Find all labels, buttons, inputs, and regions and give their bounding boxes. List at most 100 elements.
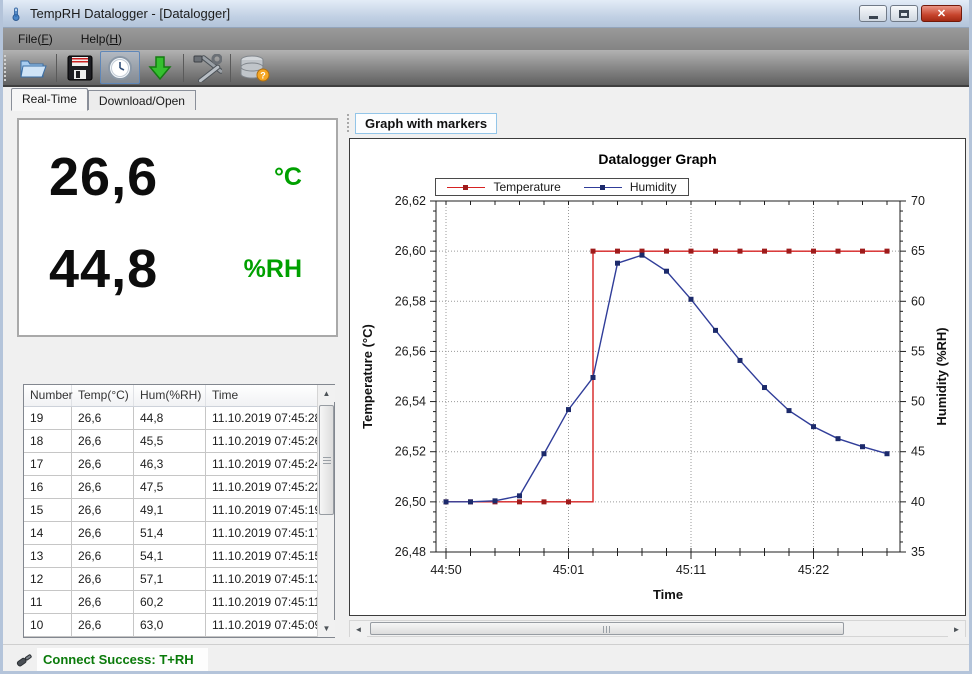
table-cell: 26,6 (72, 499, 134, 521)
graph-with-markers-button[interactable]: Graph with markers (355, 113, 497, 134)
table-cell: 47,5 (134, 476, 206, 498)
window-title: TempRH Datalogger - [Datalogger] (30, 6, 230, 21)
table-cell: 26,6 (72, 430, 134, 452)
thermometer-app-icon (8, 6, 24, 22)
scrollbar-thumb[interactable] (319, 405, 334, 515)
svg-text:26,56: 26,56 (395, 344, 426, 358)
series-temperature (444, 249, 890, 505)
table-cell: 26,6 (72, 591, 134, 613)
table-cell: 26,6 (72, 545, 134, 567)
open-file-button[interactable] (13, 51, 53, 84)
table-cell: 11.10.2019 07:45:28 (206, 407, 317, 429)
table-cell: 57,1 (134, 568, 206, 590)
tab-real-time[interactable]: Real-Time (11, 88, 88, 111)
table-cell: 11.10.2019 07:45:24 (206, 453, 317, 475)
settings-button[interactable] (187, 51, 227, 84)
table-cell: 44,8 (134, 407, 206, 429)
minimize-button[interactable] (859, 5, 887, 22)
table-row[interactable]: 1226,657,111.10.2019 07:45:13 (24, 568, 334, 591)
database-question-icon: ? (238, 54, 270, 82)
data-table: Number Temp(°C) Hum(%RH) Time 1926,644,8… (23, 384, 335, 638)
status-bar: Connect Success: T+RH (3, 644, 969, 674)
graph-toolbar-grip[interactable] (347, 114, 350, 132)
scroll-up-icon[interactable]: ▲ (318, 385, 335, 402)
table-cell: 11 (24, 591, 72, 613)
humidity-unit: %RH (244, 255, 302, 284)
maximize-button[interactable] (890, 5, 918, 22)
table-cell: 51,4 (134, 522, 206, 544)
table-row[interactable]: 1926,644,811.10.2019 07:45:28 (24, 407, 334, 430)
hscrollbar-thumb[interactable] (370, 622, 844, 635)
app-window: TempRH Datalogger - [Datalogger] ✕ File(… (0, 0, 972, 674)
table-body: 1926,644,811.10.2019 07:45:281826,645,51… (24, 407, 334, 637)
col-time[interactable]: Time (206, 385, 317, 406)
table-cell: 16 (24, 476, 72, 498)
col-hum[interactable]: Hum(%RH) (134, 385, 206, 406)
save-button[interactable] (60, 51, 100, 84)
legend-temperature: Temperature (447, 180, 560, 194)
table-cell: 11.10.2019 07:45:11 (206, 591, 317, 613)
datalogger-chart: 26,4826,5026,5226,5426,5626,5826,6026,62… (350, 139, 965, 615)
humidity-value: 44,8 (49, 238, 158, 300)
svg-text:45: 45 (911, 445, 925, 459)
temperature-swatch-icon (447, 183, 485, 192)
table-row[interactable]: 1426,651,411.10.2019 07:45:17 (24, 522, 334, 545)
thumb-grip-icon (603, 626, 611, 633)
table-cell: 46,3 (134, 453, 206, 475)
table-row[interactable]: 1026,663,011.10.2019 07:45:09 (24, 614, 334, 637)
table-row[interactable]: 1526,649,111.10.2019 07:45:19 (24, 499, 334, 522)
table-cell: 10 (24, 614, 72, 636)
database-help-button[interactable]: ? (234, 51, 274, 84)
menu-help[interactable]: Help(H) (71, 30, 132, 48)
series-humidity (444, 253, 890, 505)
svg-text:26,60: 26,60 (395, 244, 426, 258)
svg-text:70: 70 (911, 194, 925, 208)
table-row[interactable]: 1826,645,511.10.2019 07:45:26 (24, 430, 334, 453)
thumb-grip-icon (323, 456, 331, 464)
table-row[interactable]: 1326,654,111.10.2019 07:45:15 (24, 545, 334, 568)
table-row[interactable]: 1626,647,511.10.2019 07:45:22 (24, 476, 334, 499)
connector-icon (15, 651, 33, 669)
svg-text:65: 65 (911, 244, 925, 258)
scroll-down-icon[interactable]: ▼ (318, 620, 335, 637)
toolbar-grip[interactable] (4, 55, 7, 81)
table-cell: 11.10.2019 07:45:09 (206, 614, 317, 636)
table-cell: 26,6 (72, 407, 134, 429)
svg-text:44:50: 44:50 (430, 563, 461, 577)
svg-text:45:11: 45:11 (676, 563, 706, 577)
table-cell: 60,2 (134, 591, 206, 613)
minimize-icon (869, 16, 878, 19)
x-axis-title: Time (653, 587, 683, 602)
chart-legend: Temperature Humidity (435, 178, 689, 196)
temperature-unit: °C (274, 163, 302, 192)
table-cell: 13 (24, 545, 72, 567)
close-button[interactable]: ✕ (921, 5, 962, 22)
table-row[interactable]: 1126,660,211.10.2019 07:45:11 (24, 591, 334, 614)
realtime-button[interactable] (100, 51, 140, 84)
svg-text:?: ? (260, 70, 266, 80)
humidity-swatch-icon (584, 183, 622, 192)
svg-text:26,54: 26,54 (395, 395, 426, 409)
table-cell: 11.10.2019 07:45:22 (206, 476, 317, 498)
table-cell: 26,6 (72, 476, 134, 498)
status-message: Connect Success: T+RH (37, 648, 208, 671)
table-cell: 26,6 (72, 453, 134, 475)
col-temp[interactable]: Temp(°C) (72, 385, 134, 406)
table-cell: 15 (24, 499, 72, 521)
col-number[interactable]: Number (24, 385, 72, 406)
graph-hscrollbar[interactable]: ◄ ► (349, 620, 966, 637)
table-row[interactable]: 1726,646,311.10.2019 07:45:24 (24, 453, 334, 476)
table-cell: 63,0 (134, 614, 206, 636)
table-cell: 18 (24, 430, 72, 452)
scroll-right-icon[interactable]: ► (948, 621, 965, 638)
tab-download-open[interactable]: Download/Open (88, 90, 196, 110)
scroll-left-icon[interactable]: ◄ (350, 621, 367, 638)
clock-icon (106, 54, 134, 82)
table-scrollbar[interactable]: ▲ ▼ (317, 385, 334, 637)
toolbar-separator (56, 54, 57, 82)
download-button[interactable] (140, 51, 180, 84)
menu-file[interactable]: File(F) (8, 30, 63, 48)
table-cell: 11.10.2019 07:45:13 (206, 568, 317, 590)
svg-text:60: 60 (911, 294, 925, 308)
graph-panel: Datalogger Graph Temperature Humidity 26… (349, 138, 966, 616)
